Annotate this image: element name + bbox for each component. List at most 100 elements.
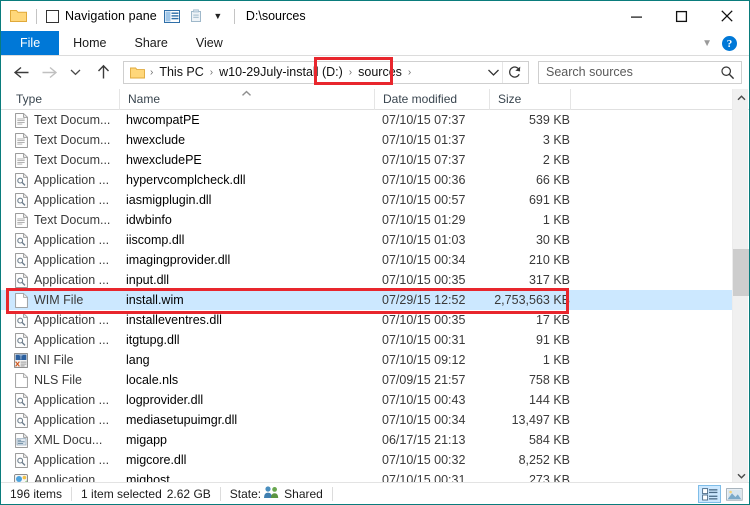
table-row[interactable]: Application ... mediasetupuimgr.dll 07/10/… xyxy=(1,410,732,430)
cell-date: 07/10/15 01:29 xyxy=(382,213,466,227)
close-icon[interactable] xyxy=(704,1,749,31)
cell-type: WIM File xyxy=(34,293,84,307)
cell-name: itgtupg.dll xyxy=(126,333,180,347)
breadcrumb-bar[interactable]: › This PC › w10-29July-install (D:) › so… xyxy=(123,60,529,84)
view-mode-buttons xyxy=(698,485,746,503)
status-selection-size: 2.62 GB xyxy=(166,486,211,501)
window-controls xyxy=(614,1,749,31)
tab-share[interactable]: Share xyxy=(121,31,182,55)
search-input[interactable]: Search sources xyxy=(546,65,633,79)
window-title-path: D:\sources xyxy=(245,9,306,23)
cell-date: 07/10/15 00:32 xyxy=(382,453,466,467)
tab-view[interactable]: View xyxy=(182,31,237,55)
navigation-pane-label: Navigation pane xyxy=(65,9,157,23)
breadcrumb-separator-1[interactable]: › xyxy=(205,67,218,78)
table-row[interactable]: Application ... itgtupg.dll 07/10/15 00:31… xyxy=(1,330,732,350)
cell-name: lang xyxy=(126,353,150,367)
text-document-icon xyxy=(8,152,34,168)
details-view-icon[interactable] xyxy=(698,485,721,503)
maximize-icon[interactable] xyxy=(659,1,704,31)
application-extension-icon xyxy=(8,192,34,208)
application-extension-icon xyxy=(8,412,34,428)
toolbar-divider-2 xyxy=(233,8,235,24)
recent-locations-chevron-down-icon[interactable] xyxy=(64,59,86,85)
table-row[interactable]: Application ... iasmigplugin.dll 07/10/15 … xyxy=(1,190,732,210)
ini-file-icon: T xyxy=(8,352,34,368)
breadcrumb-separator-3[interactable]: › xyxy=(403,67,416,78)
column-header-date-modified[interactable]: Date modified xyxy=(375,88,490,110)
cell-date: 07/10/15 00:34 xyxy=(382,413,466,427)
cell-name: input.dll xyxy=(126,273,170,287)
back-button[interactable] xyxy=(10,59,32,85)
cell-date: 07/29/15 12:52 xyxy=(382,293,466,307)
search-icon[interactable] xyxy=(720,65,735,85)
title-bar: Navigation pane ▼ D:\sources xyxy=(1,1,749,31)
ribbon-tab-bar: File Home Share View xyxy=(1,31,749,56)
table-row[interactable]: T INI File lang 07/10/15 09:12 1 KB xyxy=(1,350,732,370)
breadcrumb-sources[interactable]: sources xyxy=(357,65,403,79)
table-row[interactable]: Application ... imagingprovider.dll 07/10/… xyxy=(1,250,732,270)
cell-date: 07/09/15 21:57 xyxy=(382,373,466,387)
table-row[interactable]: XML Docu... migapp 06/17/15 21:13 584 KB xyxy=(1,430,732,450)
application-extension-icon xyxy=(8,312,34,328)
help-icon[interactable]: ? xyxy=(722,36,737,51)
cell-date: 07/10/15 09:12 xyxy=(382,353,466,367)
breadcrumb-drive[interactable]: w10-29July-install (D:) xyxy=(218,65,344,79)
column-header-size[interactable]: Size xyxy=(490,88,571,110)
up-one-level-button[interactable] xyxy=(92,59,114,85)
cell-type: Text Docum... xyxy=(34,213,111,227)
customize-quick-access-chevron-down-icon[interactable]: ▼ xyxy=(211,11,225,21)
table-row[interactable]: Text Docum... hwcompatPE 07/10/15 07:37 539… xyxy=(1,110,732,130)
column-header-spacer xyxy=(571,89,749,110)
folder-icon xyxy=(130,66,145,79)
shared-people-icon xyxy=(263,485,280,502)
application-extension-icon xyxy=(8,172,34,188)
navigation-pane-checkbox[interactable] xyxy=(46,9,59,23)
file-list[interactable]: Text Docum... hwcompatPE 07/10/15 07:37 539… xyxy=(1,110,732,484)
large-icons-view-icon[interactable] xyxy=(723,485,746,503)
cell-date: 07/10/15 00:43 xyxy=(382,393,466,407)
column-header-type[interactable]: Type xyxy=(8,88,120,110)
table-row[interactable]: Application ... migcore.dll 07/10/15 00:32… xyxy=(1,450,732,470)
cell-size: 66 KB xyxy=(535,173,570,187)
vertical-scrollbar[interactable] xyxy=(732,89,749,484)
cell-name: install.wim xyxy=(126,293,184,307)
cell-type: Application ... xyxy=(34,173,110,187)
application-extension-icon xyxy=(8,252,34,268)
minimize-icon[interactable] xyxy=(614,1,659,31)
table-row[interactable]: Application ... iiscomp.dll 07/10/15 01:03… xyxy=(1,230,732,250)
table-row[interactable]: NLS File locale.nls 07/09/15 21:57 758 KB xyxy=(1,370,732,390)
breadcrumb-this-pc[interactable]: This PC xyxy=(158,65,204,79)
refresh-icon[interactable] xyxy=(502,61,526,83)
application-extension-icon xyxy=(8,272,34,288)
collapse-ribbon-chevron-down-icon[interactable]: ▼ xyxy=(702,38,712,49)
forward-button[interactable] xyxy=(38,59,60,85)
folder-icon[interactable] xyxy=(10,9,27,23)
preview-pane-icon[interactable] xyxy=(163,8,181,25)
breadcrumb-separator-0[interactable]: › xyxy=(145,67,158,78)
status-state-value: Shared xyxy=(284,486,323,501)
table-row[interactable]: Application ... hypervcomplcheck.dll 07/10… xyxy=(1,170,732,190)
table-row[interactable]: WIM File install.wim 07/29/15 12:52 2,753,5… xyxy=(1,290,732,310)
scroll-up-chevron-up-icon[interactable] xyxy=(733,89,749,106)
table-row[interactable]: Text Docum... idwbinfo 07/10/15 01:29 1 KB xyxy=(1,210,732,230)
address-bar: › This PC › w10-29July-install (D:) › so… xyxy=(1,57,749,87)
ribbon-right-controls: ▼ ? xyxy=(675,31,745,56)
tab-home[interactable]: Home xyxy=(59,31,120,55)
table-row[interactable]: Application ... input.dll 07/10/15 00:35 31… xyxy=(1,270,732,290)
column-header-size-label: Size xyxy=(498,92,522,106)
search-box[interactable]: Search sources xyxy=(538,60,742,85)
cell-size: 144 KB xyxy=(528,393,570,407)
cell-date: 07/10/15 00:34 xyxy=(382,253,466,267)
cell-name: imagingprovider.dll xyxy=(126,253,231,267)
table-row[interactable]: Application ... installeventres.dll 07/10/… xyxy=(1,310,732,330)
properties-icon[interactable] xyxy=(187,8,205,25)
tab-file[interactable]: File xyxy=(1,31,60,55)
table-row[interactable]: Application ... logprovider.dll 07/10/15 0… xyxy=(1,390,732,410)
breadcrumb-separator-2[interactable]: › xyxy=(344,67,357,78)
address-dropdown-chevron-down-icon[interactable] xyxy=(487,62,500,83)
table-row[interactable]: Text Docum... hwexcludePE 07/10/15 07:37 2 … xyxy=(1,150,732,170)
table-row[interactable]: Text Docum... hwexclude 07/10/15 01:37 3 KB xyxy=(1,130,732,150)
cell-date: 07/10/15 07:37 xyxy=(382,113,466,127)
scrollbar-thumb[interactable] xyxy=(733,249,749,296)
